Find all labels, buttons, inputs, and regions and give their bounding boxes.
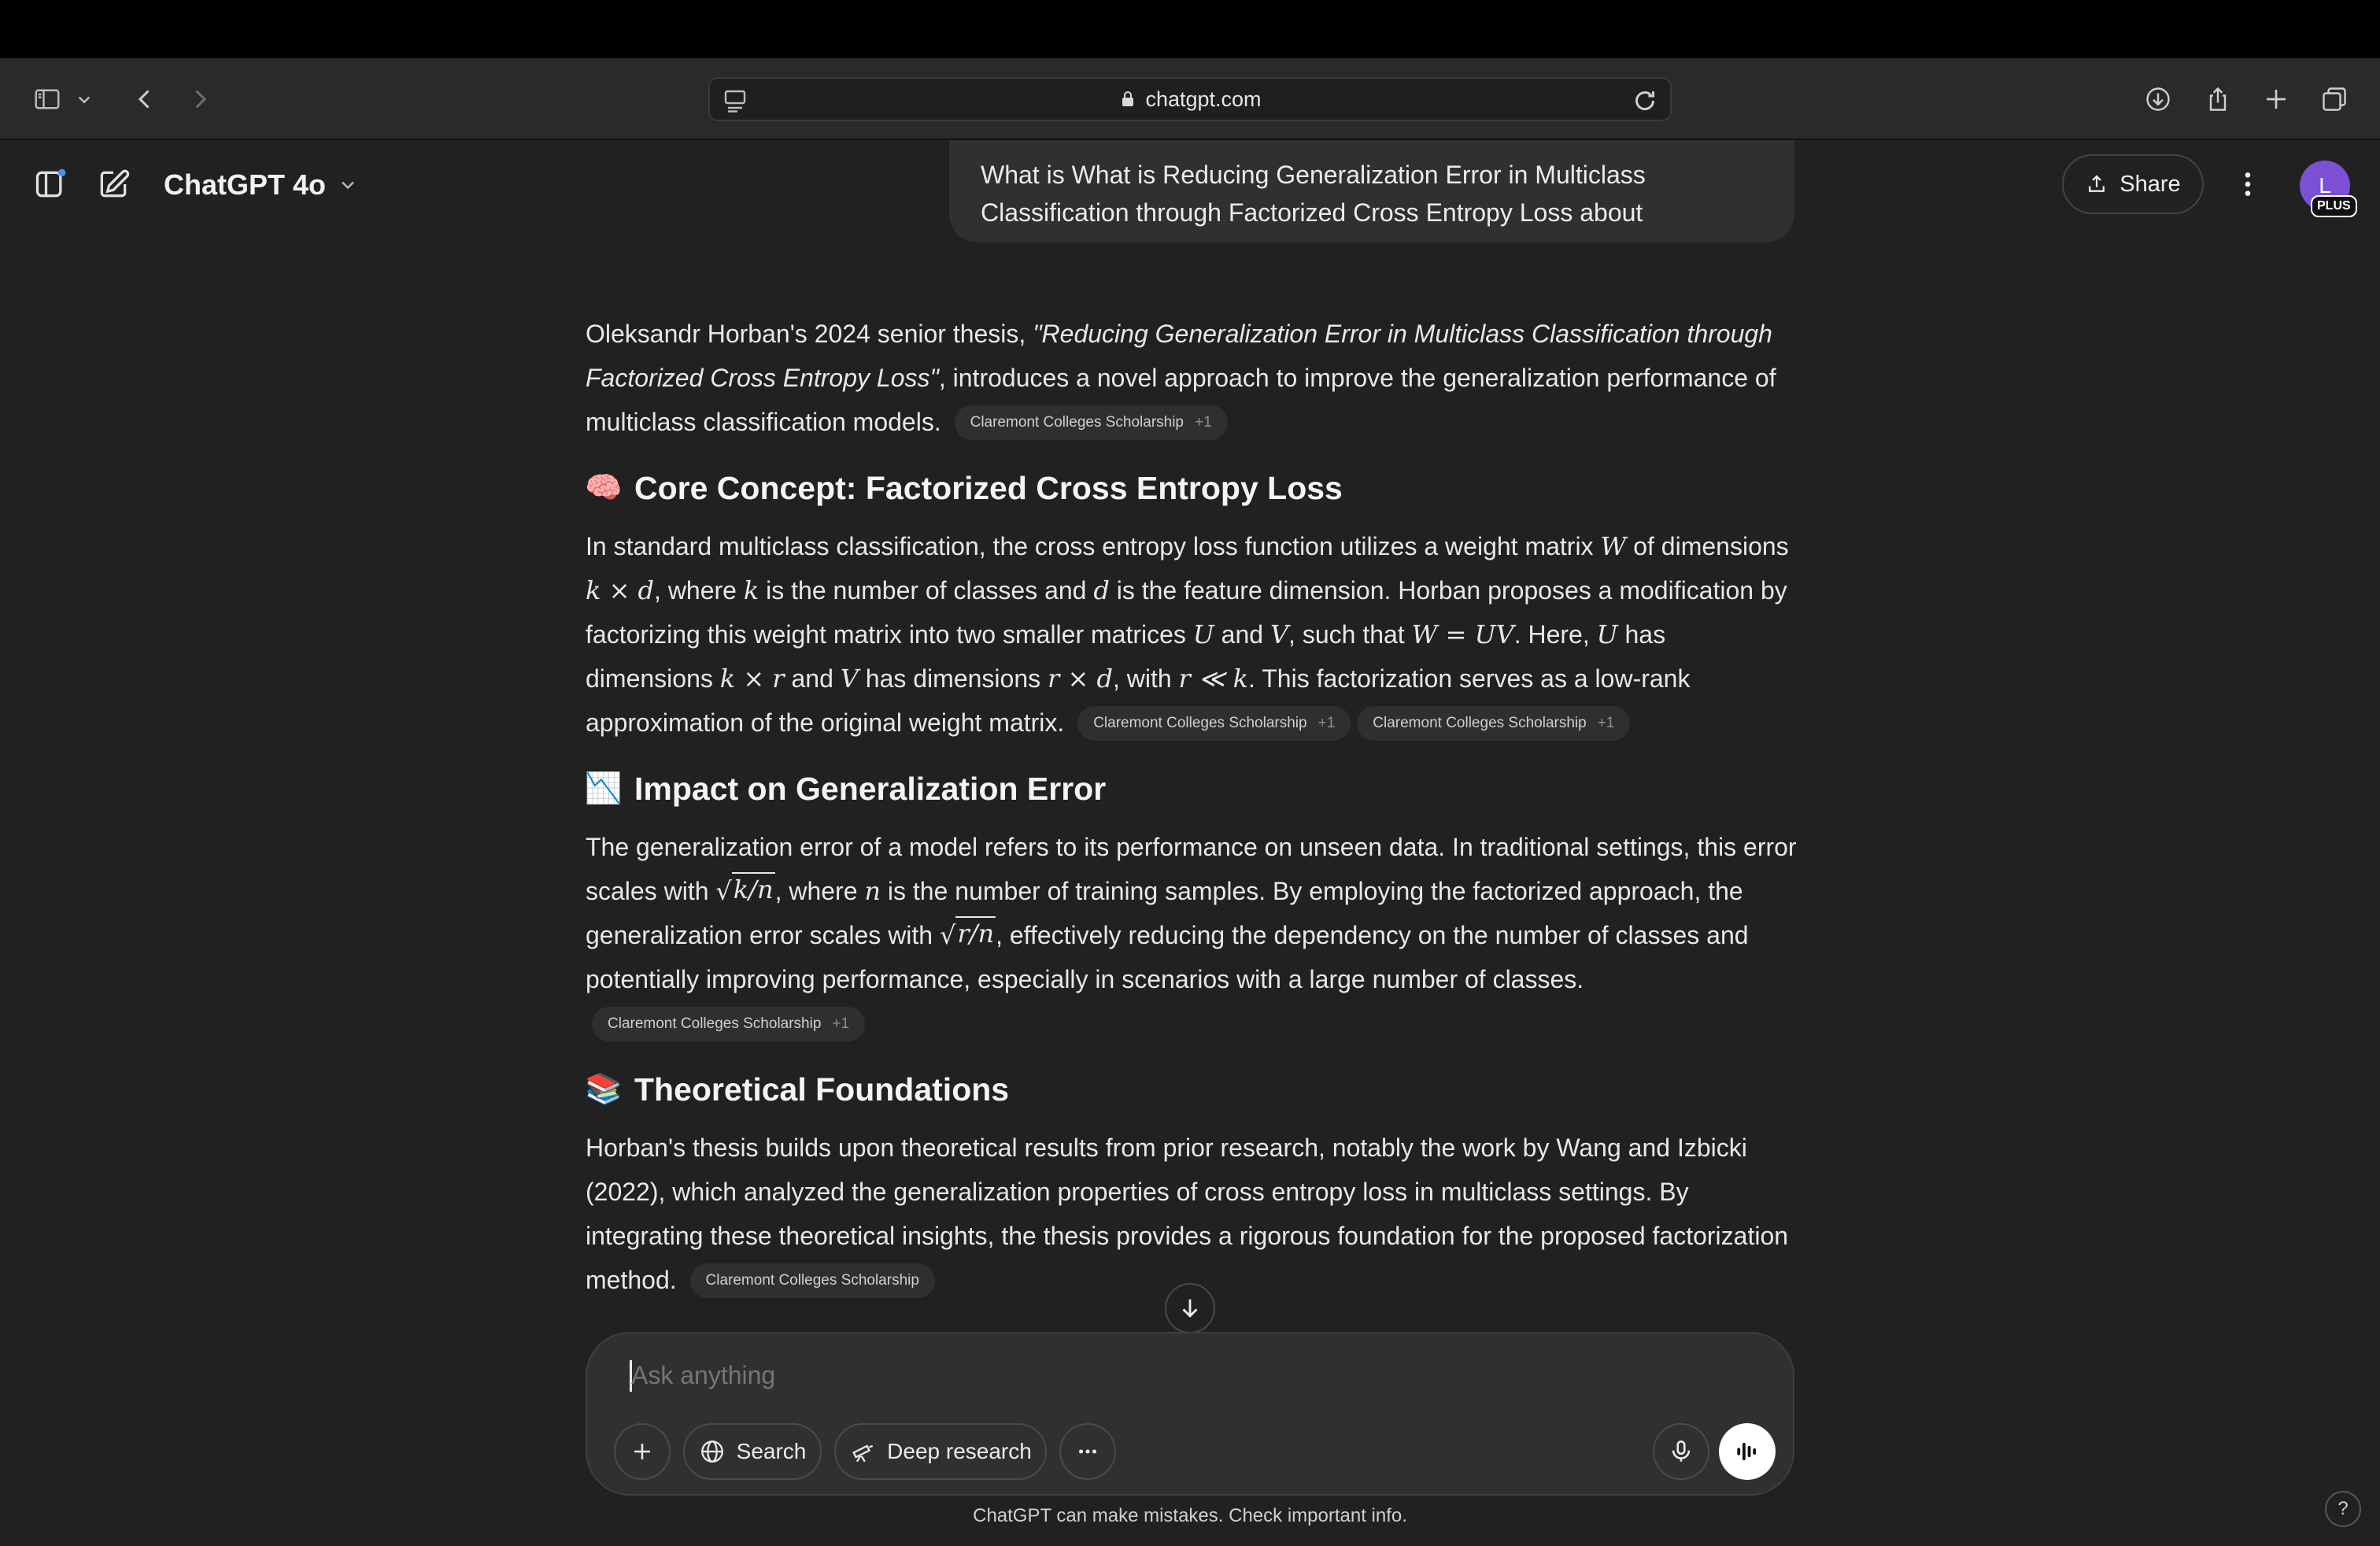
sidebar-toggle-icon[interactable] [27,79,68,120]
composer: Search Deep research [586,1332,1794,1496]
sidebar-icon[interactable] [30,164,71,205]
share-label: Share [2119,171,2181,197]
intro-paragraph: Oleksandr Horban's 2024 senior thesis, "… [586,312,1798,444]
help-button[interactable]: ? [2325,1491,2361,1527]
user-message-text: What is What is Reducing Generalization … [981,161,1646,227]
arrow-down-icon [1182,1299,1198,1318]
os-menu-bar [0,0,2380,58]
section-heading: 📚 Theoretical Foundations [585,1071,1010,1108]
share-button[interactable]: Share [2062,154,2204,214]
assistant-message: Oleksandr Horban's 2024 senior thesis, "… [585,312,1798,1302]
url-text: chatgpt.com [1145,87,1262,111]
prompt-input[interactable] [631,1356,1733,1395]
share-page-icon[interactable] [2197,79,2238,120]
plus-icon [634,1444,650,1459]
more-tools-button[interactable] [1059,1423,1116,1480]
ellipsis-icon [1078,1449,1097,1454]
upload-icon [2089,175,2105,192]
deep-research-label: Deep research [887,1439,1032,1463]
citation-chip[interactable]: Claremont Colleges Scholarship +1 [1357,705,1631,741]
section-heading: 📉 Impact on Generalization Error [585,770,1107,807]
brain-icon: 🧠 [585,472,623,505]
core-concept-paragraph: In standard multiclass classification, t… [586,524,1798,745]
plan-badge: PLUS [2311,195,2357,217]
chevron-down-icon [342,181,354,190]
sqrt-k-over-n: √ k/n [715,869,775,913]
address-bar[interactable]: chatgpt.com [708,77,1672,121]
globe-icon [700,1441,723,1463]
scroll-to-bottom-button[interactable] [1165,1283,1215,1333]
impact-paragraph: The generalization error of a model refe… [586,825,1798,1045]
citation-chip[interactable]: Claremont Colleges Scholarship +1 [1077,705,1351,741]
more-options-icon[interactable] [2227,162,2268,206]
deep-research-button[interactable]: Deep research [834,1423,1047,1480]
page-menu-icon[interactable] [721,87,749,115]
user-message-bubble: What is What is Reducing Generalization … [949,140,1794,242]
lock-icon [1122,91,1134,106]
sqrt-r-over-n: √ r/n [940,913,996,957]
microphone-icon [1672,1440,1691,1462]
model-name: ChatGPT 4o [164,168,327,201]
model-selector[interactable]: ChatGPT 4o [164,164,359,206]
search-button[interactable]: Search [683,1423,822,1480]
downloads-icon[interactable] [2138,79,2179,120]
reload-icon[interactable] [1631,87,1659,115]
add-attachment-button[interactable] [614,1423,671,1480]
browser-toolbar: chatgpt.com [0,58,2380,140]
books-icon: 📚 [585,1073,623,1106]
disclaimer: ChatGPT can make mistakes. Check importa… [973,1505,1407,1526]
back-icon[interactable] [124,79,165,120]
section-heading: 🧠 Core Concept: Factorized Cross Entropy… [585,469,1343,506]
telescope-icon [852,1444,874,1463]
voice-mode-button[interactable] [1719,1423,1776,1480]
forward-icon[interactable] [179,79,220,120]
foundations-paragraph: Horban's thesis builds upon theoretical … [586,1126,1798,1302]
citation-chip[interactable]: Claremont Colleges Scholarship [689,1263,935,1298]
tab-overview-icon[interactable] [2314,79,2355,120]
waveform-icon [1737,1442,1757,1461]
new-chat-icon[interactable] [93,164,134,205]
dictate-button[interactable] [1653,1423,1709,1480]
new-tab-icon[interactable] [2256,79,2297,120]
search-label: Search [736,1439,807,1463]
chart-decreasing-icon: 📉 [585,772,623,805]
citation-chip[interactable]: Claremont Colleges Scholarship +1 [592,1006,866,1041]
citation-chip[interactable]: Claremont Colleges Scholarship +1 [954,405,1228,440]
chevron-down-icon[interactable] [72,79,96,120]
